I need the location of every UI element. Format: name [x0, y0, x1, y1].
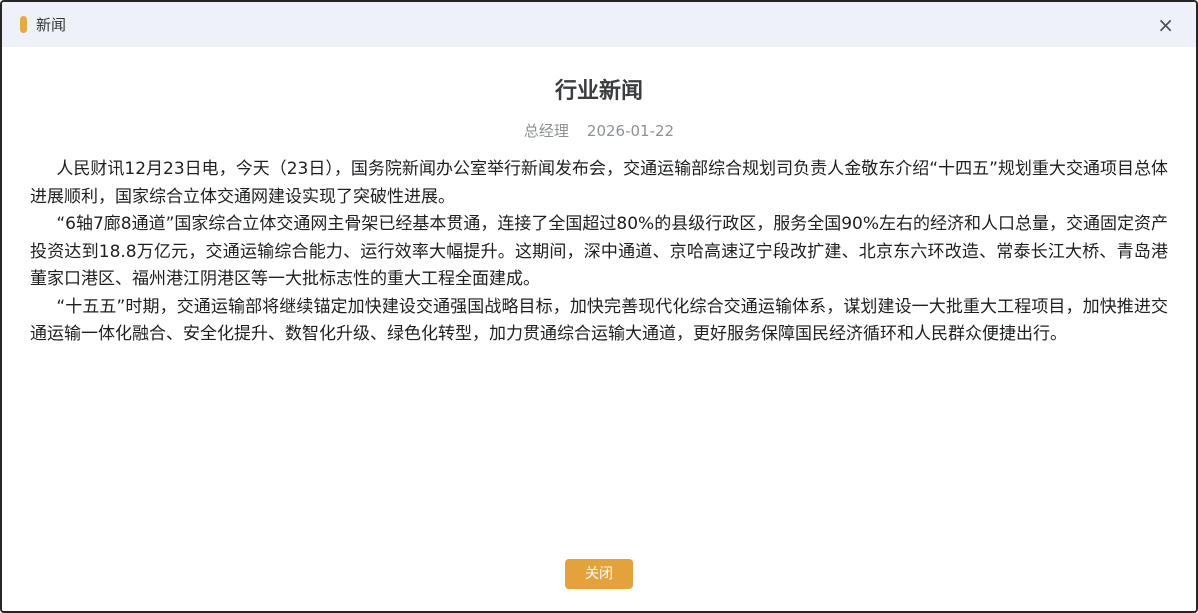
close-icon[interactable]: × [1153, 13, 1178, 37]
article-date: 2026-01-22 [587, 122, 674, 140]
dialog-footer: 关闭 [30, 559, 1168, 589]
article-author: 总经理 [524, 122, 569, 140]
title-marker-icon [20, 16, 27, 33]
news-dialog: 新闻 × 行业新闻 总经理 2026-01-22 人民财讯12月23日电，今天（2… [0, 0, 1198, 613]
article-byline: 总经理 2026-01-22 [30, 120, 1168, 141]
dialog-body: 行业新闻 总经理 2026-01-22 人民财讯12月23日电，今天（23日），国… [2, 47, 1196, 611]
dialog-title: 新闻 [36, 14, 66, 35]
article-paragraph: 人民财讯12月23日电，今天（23日），国务院新闻办公室举行新闻发布会，交通运输… [30, 156, 1168, 211]
article-text: 人民财讯12月23日电，今天（23日），国务院新闻办公室举行新闻发布会，交通运输… [30, 156, 1168, 349]
close-button[interactable]: 关闭 [565, 559, 633, 589]
article-paragraph: “6轴7廊8通道”国家综合立体交通网主骨架已经基本贯通，连接了全国超过80%的县… [30, 211, 1168, 294]
article-title: 行业新闻 [30, 73, 1168, 105]
article-paragraph: “十五五”时期，交通运输部将继续锚定加快建设交通强国战略目标，加快完善现代化综合… [30, 294, 1168, 349]
dialog-header: 新闻 × [2, 2, 1196, 47]
